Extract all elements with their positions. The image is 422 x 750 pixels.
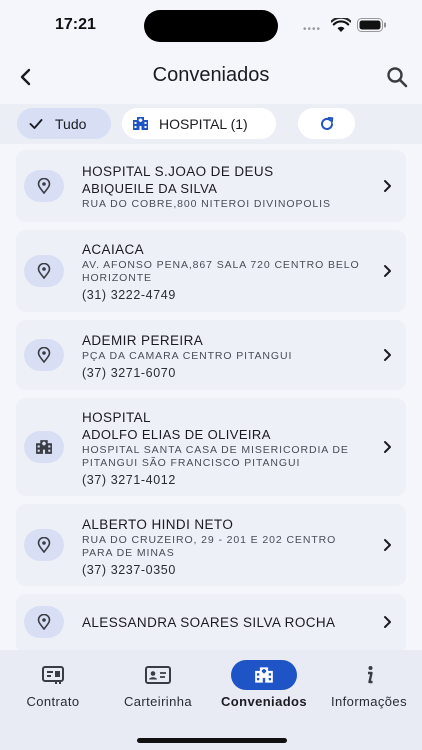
tab-contrato[interactable]: Contrato — [0, 660, 106, 720]
page-title: Conveniados — [152, 64, 270, 86]
entry-phone: (37) 3271-6070 — [82, 366, 176, 380]
entry-subtitle: ABIQUEILE DA SILVA — [82, 181, 218, 196]
tab-carteirinha[interactable]: Carteirinha — [105, 660, 211, 720]
entry-name: HOSPITAL — [82, 410, 151, 425]
status-bar: 17:21 •••• — [0, 0, 422, 52]
entry-name: ACAIACA — [82, 242, 145, 257]
location-pin-icon — [24, 606, 64, 638]
tab-contrato-label: Contrato — [26, 694, 80, 709]
list-item[interactable]: HOSPITAL ADOLFO ELIAS DE OLIVEIRA HOSPIT… — [16, 398, 406, 496]
entry-phone: (37) 3237-0350 — [82, 563, 176, 577]
entry-name: ADEMIR PEREIRA — [82, 333, 204, 348]
filter-bar: Tudo HOSPITAL (1) — [0, 104, 422, 144]
check-icon — [29, 118, 43, 129]
entry-address: PÇA DA CAMARA CENTRO PITANGUI — [82, 350, 293, 362]
location-pin-icon — [24, 170, 64, 202]
hospital-building-icon — [24, 431, 64, 463]
app-bar: Conveniados — [0, 52, 422, 102]
entry-address: RUA DO COBRE,800 NITEROI DIVINOPOLIS — [82, 198, 331, 210]
entry-phone: (37) 3271-4012 — [82, 473, 176, 487]
location-pin-icon — [24, 255, 64, 287]
bottom-navigation: Contrato Carteirinha Conveniados Informa… — [0, 650, 422, 750]
list-item[interactable]: ADEMIR PEREIRA PÇA DA CAMARA CENTRO PITA… — [16, 320, 406, 390]
location-pin-icon — [24, 339, 64, 371]
dynamic-island — [144, 10, 278, 42]
list-item[interactable]: ACAIACA AV. AFONSO PENA,867 SALA 720 CEN… — [16, 230, 406, 312]
filter-chip-all-label: Tudo — [55, 115, 87, 132]
list-item[interactable]: ALBERTO HINDI NETO RUA DO CRUZEIRO, 29 -… — [16, 504, 406, 586]
filter-chip-hospital-label: HOSPITAL (1) — [159, 115, 248, 132]
chevron-right-icon — [384, 539, 391, 551]
chevron-right-icon — [384, 616, 391, 628]
status-time: 17:21 — [55, 16, 96, 33]
entry-subtitle: ADOLFO ELIAS DE OLIVEIRA — [82, 427, 271, 442]
home-indicator — [137, 738, 287, 743]
refresh-icon — [320, 116, 333, 130]
hospital-building-icon — [255, 667, 273, 683]
filter-chip-hospital[interactable]: HOSPITAL (1) — [122, 108, 276, 139]
entry-name: ALBERTO HINDI NETO — [82, 517, 234, 532]
list-item[interactable]: ALESSANDRA SOARES SILVA ROCHA — [16, 594, 406, 650]
entry-address: HOSPITAL SANTA CASA DE MISERICORDIA DE P… — [82, 444, 349, 469]
tab-informacoes-label: Informações — [331, 694, 407, 709]
chevron-right-icon — [384, 265, 391, 277]
filter-chip-all[interactable]: Tudo — [17, 108, 111, 139]
tab-carteirinha-label: Carteirinha — [124, 694, 192, 709]
conveniados-list: HOSPITAL S.JOAO DE DEUS ABIQUEILE DA SIL… — [0, 150, 422, 650]
chevron-right-icon — [384, 180, 391, 192]
entry-name: ALESSANDRA SOARES SILVA ROCHA — [82, 615, 336, 630]
chevron-right-icon — [384, 349, 391, 361]
contract-icon — [42, 666, 64, 684]
entry-address: RUA DO CRUZEIRO, 29 - 201 E 202 CENTRO P… — [82, 534, 337, 559]
wifi-icon — [331, 18, 351, 32]
tab-conveniados-label: Conveniados — [220, 694, 308, 709]
battery-icon — [357, 18, 386, 32]
entry-name: HOSPITAL S.JOAO DE DEUS — [82, 164, 274, 179]
id-card-icon — [145, 666, 171, 684]
tab-informacoes[interactable]: Informações — [316, 660, 422, 720]
entry-phone: (31) 3222-4749 — [82, 288, 176, 302]
entry-address: AV. AFONSO PENA,867 SALA 720 CENTRO BELO… — [82, 259, 360, 284]
chevron-right-icon — [384, 441, 391, 453]
hospital-building-icon — [133, 117, 148, 130]
cellular-signal-icon: •••• — [303, 24, 322, 35]
search-icon[interactable] — [384, 64, 410, 90]
info-icon — [368, 666, 373, 684]
list-item[interactable]: HOSPITAL S.JOAO DE DEUS ABIQUEILE DA SIL… — [16, 150, 406, 222]
location-pin-icon — [24, 529, 64, 561]
refresh-button[interactable] — [298, 108, 355, 139]
tab-conveniados[interactable]: Conveniados — [211, 660, 317, 720]
